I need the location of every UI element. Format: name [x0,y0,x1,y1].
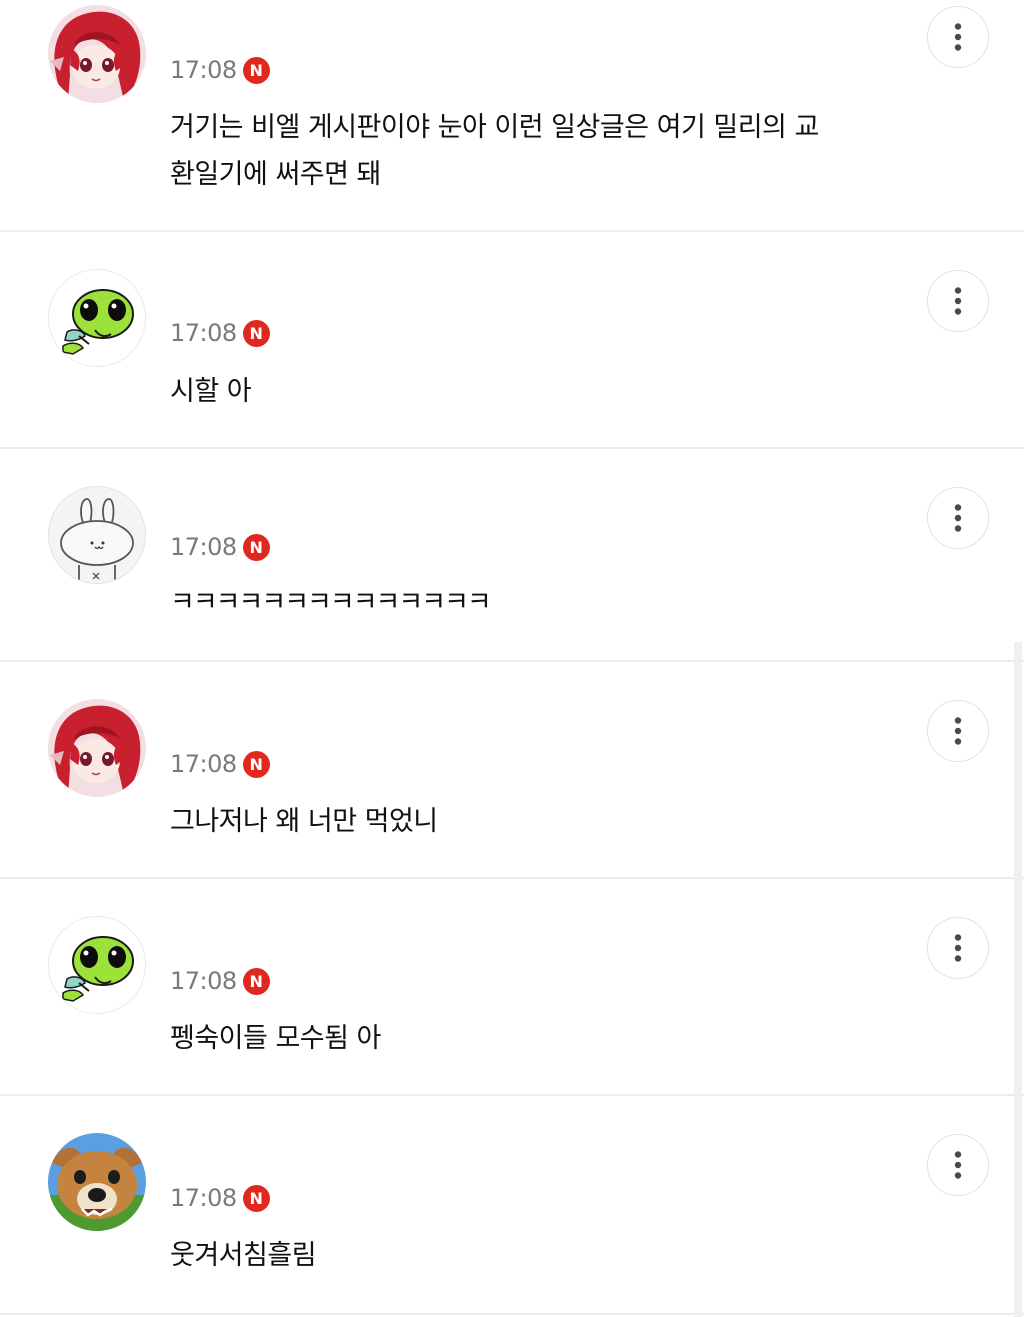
more-options-button[interactable] [927,6,989,68]
vertical-dots-icon [953,934,963,962]
comment-meta: 17:08 N [170,1183,270,1213]
vertical-dots-icon [953,287,963,315]
comment-meta: 17:08 N [170,55,270,85]
green-alien-avatar-icon [49,917,146,1014]
comment-time: 17:08 [170,319,237,347]
comment-meta: 17:08 N [170,966,270,996]
comment-text: ㅋㅋㅋㅋㅋㅋㅋㅋㅋㅋㅋㅋㅋㅋ [170,587,492,618]
comment-item: 17:08 N 펭숙이들 모수됨 아 [0,879,1024,1096]
comment-item: 17:08 N 웃겨서침흘림 [0,1096,1024,1315]
more-options-button[interactable] [927,917,989,979]
vertical-dots-icon [953,23,963,51]
more-options-button[interactable] [927,1134,989,1196]
new-badge: N [242,319,270,347]
new-badge: N [242,967,270,995]
avatar[interactable] [48,916,146,1014]
avatar[interactable] [48,486,146,584]
comment-item: 17:08 N 그나저나 왜 너만 먹었니 [0,662,1024,879]
comment-meta: 17:08 N [170,532,270,562]
comment-item: 17:08 N 시할 아 [0,232,1024,449]
comment-text: 펭숙이들 모수됨 아 [170,1023,381,1054]
vertical-dots-icon [953,717,963,745]
bunny-avatar-icon [49,487,146,584]
comment-text: 거기는 비엘 게시판이야 눈아 이런 일상글은 여기 밀리의 교환일기에 써주면… [170,112,819,190]
comment-time: 17:08 [170,1184,237,1212]
comment-time: 17:08 [170,533,237,561]
vertical-dots-icon [953,1151,963,1179]
avatar[interactable] [48,699,146,797]
more-options-button[interactable] [927,270,989,332]
anime-girl-avatar-icon [48,5,146,103]
comment-item: 17:08 N ㅋㅋㅋㅋㅋㅋㅋㅋㅋㅋㅋㅋㅋㅋ [0,449,1024,662]
dog-avatar-icon [48,1133,146,1231]
vertical-dots-icon [953,504,963,532]
comment-text: 웃겨서침흘림 [170,1240,317,1271]
comment-meta: 17:08 N [170,318,270,348]
comment-text: 시할 아 [170,376,252,407]
comment-time: 17:08 [170,56,237,84]
new-badge: N [242,1184,270,1212]
comment-meta: 17:08 N [170,749,270,779]
new-badge: N [242,750,270,778]
avatar[interactable] [48,5,146,103]
comment-time: 17:08 [170,967,237,995]
green-alien-avatar-icon [49,270,146,367]
new-badge: N [242,533,270,561]
scrollbar-track[interactable] [1014,642,1022,1317]
comment-list: 17:08 N 거기는 비엘 게시판이야 눈아 이런 일상글은 여기 밀리의 교… [0,0,1024,1315]
more-options-button[interactable] [927,487,989,549]
avatar[interactable] [48,269,146,367]
anime-girl-avatar-icon [48,699,146,797]
comment-time: 17:08 [170,750,237,778]
new-badge: N [242,56,270,84]
comment-item: 17:08 N 거기는 비엘 게시판이야 눈아 이런 일상글은 여기 밀리의 교… [0,0,1024,232]
more-options-button[interactable] [927,700,989,762]
comment-text: 그나저나 왜 너만 먹었니 [170,806,438,837]
avatar[interactable] [48,1133,146,1231]
